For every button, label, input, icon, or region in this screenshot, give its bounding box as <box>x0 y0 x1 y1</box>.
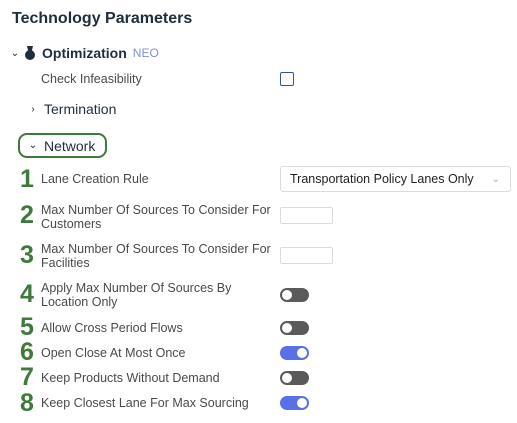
check-infeasibility-label: Check Infeasibility <box>41 72 142 86</box>
termination-section-header[interactable]: › Termination <box>28 100 116 118</box>
allow-cross-period-flows-toggle[interactable] <box>280 321 309 335</box>
optimization-label: Optimization <box>42 45 127 61</box>
keep-products-without-demand-toggle[interactable] <box>280 371 309 385</box>
annotation-number: 3 <box>20 241 34 269</box>
network-label: Network <box>44 137 96 154</box>
annotation-number: 4 <box>20 280 34 308</box>
max-sources-facilities-label: Max Number Of Sources To Consider For Fa… <box>41 242 271 270</box>
annotation-number: 8 <box>20 389 34 417</box>
open-close-at-most-once-toggle[interactable] <box>280 346 309 360</box>
page-title: Technology Parameters <box>12 10 193 27</box>
chevron-right-icon[interactable]: › <box>28 104 38 115</box>
keep-closest-lane-label: Keep Closest Lane For Max Sourcing <box>41 396 249 410</box>
keep-closest-lane-toggle[interactable] <box>280 396 309 410</box>
apply-max-sources-label: Apply Max Number Of Sources By Location … <box>41 281 232 309</box>
open-close-at-most-once-label: Open Close At Most Once <box>41 346 186 360</box>
annotation-number: 7 <box>20 363 34 391</box>
lane-creation-rule-select[interactable]: Transportation Policy Lanes Only ⌄ <box>280 166 511 192</box>
max-sources-customers-input[interactable] <box>280 207 333 224</box>
max-sources-facilities-input[interactable] <box>280 247 333 264</box>
lane-creation-rule-value: Transportation Policy Lanes Only <box>290 172 474 186</box>
keep-products-without-demand-label: Keep Products Without Demand <box>41 371 220 385</box>
chevron-down-icon[interactable]: ⌄ <box>28 140 38 151</box>
network-section-header[interactable]: ⌄ Network <box>18 133 107 158</box>
annotation-number: 5 <box>20 313 34 341</box>
termination-label: Termination <box>44 101 117 117</box>
chevron-down-icon[interactable]: ⌄ <box>10 48 20 59</box>
annotation-number: 2 <box>20 201 34 229</box>
allow-cross-period-flows-label: Allow Cross Period Flows <box>41 321 183 335</box>
lane-creation-rule-label: Lane Creation Rule <box>41 172 149 186</box>
optimization-section-header[interactable]: ⌄ Optimization NEO <box>10 43 159 63</box>
annotation-number: 1 <box>20 165 34 193</box>
neo-badge: NEO <box>132 46 159 60</box>
chevron-down-icon: ⌄ <box>491 174 500 185</box>
apply-max-sources-toggle[interactable] <box>280 288 309 302</box>
check-infeasibility-checkbox[interactable] <box>280 72 294 86</box>
max-sources-customers-label: Max Number Of Sources To Consider For Cu… <box>41 203 271 231</box>
annotation-number: 6 <box>20 338 34 366</box>
medal-icon <box>24 46 36 60</box>
